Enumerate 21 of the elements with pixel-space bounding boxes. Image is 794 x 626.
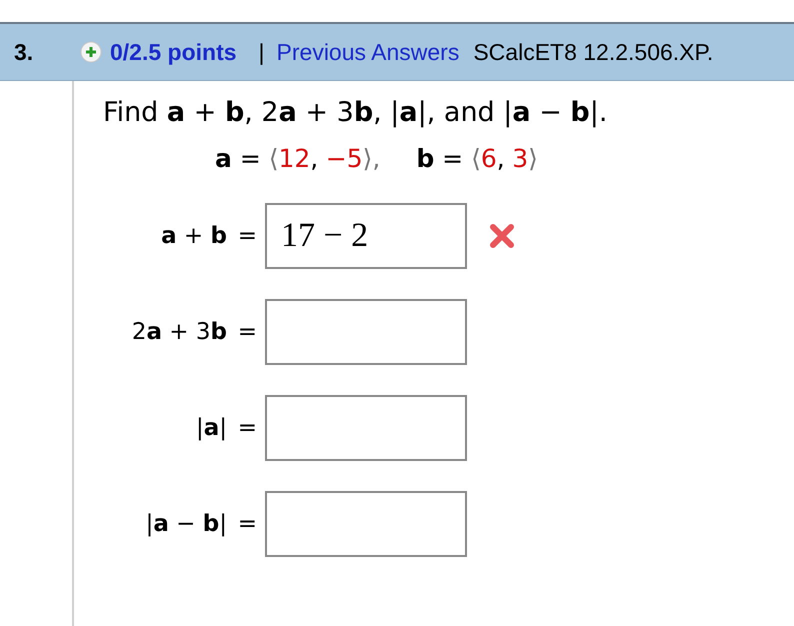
answer-field[interactable] xyxy=(265,395,467,461)
question-text: Find a + b, 2a + 3b, |a|, and |a − b|. xyxy=(103,96,608,128)
equals-sign: = xyxy=(236,415,257,441)
plus-icon[interactable] xyxy=(80,41,102,63)
answer-field[interactable] xyxy=(265,299,467,365)
equals-sign: = xyxy=(236,223,257,249)
points-score: 0/2.5 points xyxy=(110,38,237,66)
equals-sign: = xyxy=(236,319,257,345)
equals-sign: = xyxy=(236,511,257,537)
answer-label: a + b xyxy=(160,223,227,249)
source-code: SCalcET8 12.2.506.XP. xyxy=(473,38,714,66)
vector-definition: a = ⟨12, −5⟩, xyxy=(215,144,380,173)
answer-field[interactable]: 17 − 2 xyxy=(265,203,467,269)
answer-label: |a| xyxy=(194,415,227,441)
previous-answers-link[interactable]: Previous Answers xyxy=(276,38,460,66)
question-number: 3. xyxy=(14,38,34,66)
answer-label: 2a + 3b xyxy=(130,319,227,345)
vector-definition: b = ⟨6, 3⟩ xyxy=(416,144,538,173)
answer-field[interactable] xyxy=(265,491,467,557)
separator: | xyxy=(258,38,265,66)
answer-label: |a − b| xyxy=(144,511,227,537)
